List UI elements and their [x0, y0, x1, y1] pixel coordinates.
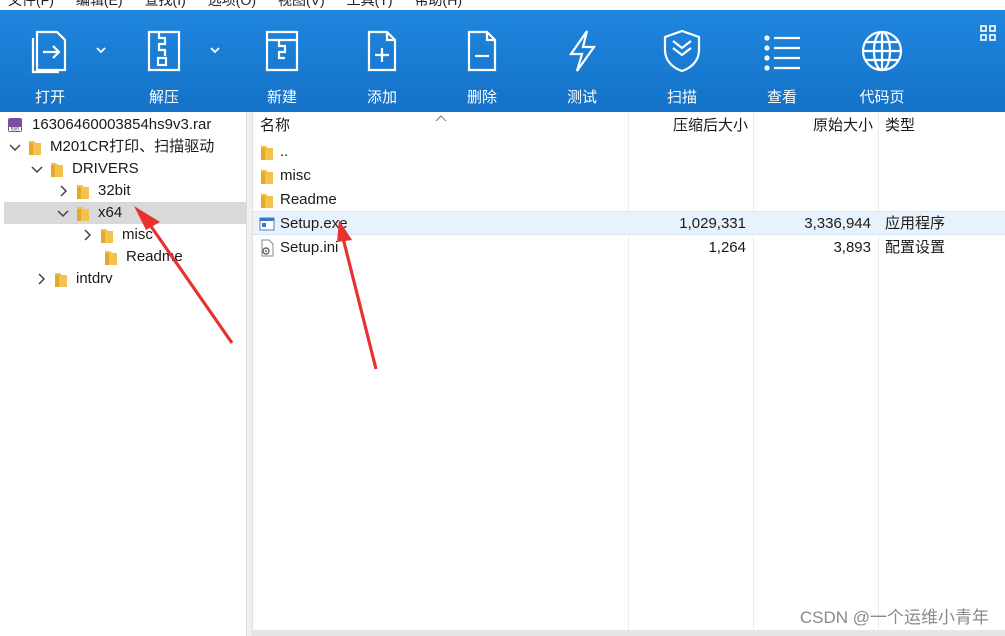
- list-row-readme[interactable]: Readme: [253, 188, 1005, 212]
- folder-icon: [261, 146, 273, 160]
- sort-ascending-icon: [435, 115, 447, 122]
- tree-node-intdrv[interactable]: intdrv: [34, 268, 113, 290]
- original-size: 3,893: [833, 239, 871, 256]
- column-header-type[interactable]: 类型: [885, 112, 915, 138]
- lightning-icon: [568, 30, 597, 72]
- add-button[interactable]: 添加: [332, 10, 432, 112]
- horizontal-scrollbar[interactable]: [253, 630, 1005, 636]
- file-name: Setup.exe: [280, 215, 348, 232]
- open-icon: [31, 30, 67, 74]
- chevron-down-icon[interactable]: [30, 162, 44, 176]
- zip-icon: [147, 30, 181, 72]
- toolbar: 打开 解压 新建 添加 删除 测试 扫描 查看 代码页: [0, 10, 1005, 112]
- menu-file[interactable]: 文件(F): [8, 0, 54, 10]
- globe-icon: [861, 30, 903, 72]
- chevron-right-icon[interactable]: [34, 272, 48, 286]
- test-button[interactable]: 测试: [532, 10, 632, 112]
- column-header-name[interactable]: 名称: [260, 112, 290, 138]
- new-button[interactable]: 新建: [232, 10, 332, 112]
- svg-text:RAR: RAR: [11, 127, 19, 132]
- list-row-setup-ini[interactable]: Setup.ini 1,264 3,893 配置设置: [253, 236, 1005, 260]
- delete-button[interactable]: 删除: [432, 10, 532, 112]
- codepage-label: 代码页: [859, 89, 905, 106]
- menu-view[interactable]: 视图(V): [278, 0, 325, 10]
- view-label: 查看: [766, 89, 797, 106]
- file-name: ..: [280, 143, 289, 160]
- folder-icon: [101, 229, 113, 243]
- chevron-right-icon[interactable]: [80, 228, 94, 242]
- folder-icon: [29, 141, 41, 155]
- list-row-setup-exe[interactable]: Setup.exe 1,029,331 3,336,944 应用程序: [253, 211, 1005, 235]
- scan-button[interactable]: 扫描: [632, 10, 732, 112]
- delete-file-icon: [467, 30, 497, 72]
- packed-size: 1,029,331: [679, 215, 746, 232]
- file-type: 配置设置: [885, 239, 946, 256]
- menu-bar: 文件(F) 编辑(E) 查找(I) 选项(O) 视图(V) 工具(T) 帮助(H…: [0, 0, 1005, 10]
- tree-node-32bit[interactable]: 32bit: [56, 180, 131, 202]
- tree-node-drivers[interactable]: DRIVERS: [30, 158, 139, 180]
- chevron-down-icon[interactable]: [208, 44, 222, 56]
- tree-node-m201cr[interactable]: M201CR打印、扫描驱动: [8, 136, 214, 158]
- watermark: CSDN @一个运维小青年: [799, 608, 989, 627]
- tree-node-archive[interactable]: RAR 16306460003854hs9v3.rar: [6, 114, 211, 136]
- test-label: 测试: [566, 89, 597, 106]
- open-label: 打开: [34, 89, 65, 106]
- list-row-parent[interactable]: ..: [253, 140, 1005, 164]
- file-name: Readme: [280, 191, 337, 208]
- scan-label: 扫描: [666, 89, 697, 106]
- column-header-packed-size[interactable]: 压缩后大小: [673, 112, 748, 138]
- folder-icon: [51, 163, 63, 177]
- tree-node-readme[interactable]: Readme: [100, 246, 183, 268]
- list-header: 名称 压缩后大小 原始大小 类型: [253, 112, 1005, 138]
- folder-tree: RAR 16306460003854hs9v3.rar M201CR打印、扫描驱…: [0, 112, 250, 636]
- original-size: 3,336,944: [804, 215, 871, 232]
- codepage-button[interactable]: 代码页: [832, 10, 932, 112]
- column-header-original-size[interactable]: 原始大小: [813, 112, 873, 138]
- chevron-right-icon[interactable]: [56, 184, 70, 198]
- packed-size: 1,264: [708, 239, 746, 256]
- folder-icon: [77, 207, 89, 221]
- folder-icon: [105, 251, 117, 265]
- menu-help[interactable]: 帮助(H): [415, 0, 462, 10]
- file-name: misc: [280, 167, 311, 184]
- tree-node-misc[interactable]: misc: [80, 224, 153, 246]
- new-label: 新建: [266, 89, 297, 106]
- file-name: Setup.ini: [280, 239, 339, 256]
- menu-options[interactable]: 选项(O): [208, 0, 256, 10]
- extract-label: 解压: [148, 89, 179, 106]
- chevron-down-icon[interactable]: [56, 206, 70, 220]
- folder-icon: [55, 273, 67, 287]
- exe-file-icon: [259, 217, 275, 231]
- menu-edit[interactable]: 编辑(E): [76, 0, 123, 10]
- rar-archive-icon: RAR: [8, 118, 22, 132]
- extract-button[interactable]: 解压: [114, 10, 220, 112]
- grid-view-icon[interactable]: [979, 24, 997, 42]
- folder-icon: [77, 185, 89, 199]
- menu-tools[interactable]: 工具(T): [347, 0, 393, 10]
- chevron-down-icon[interactable]: [94, 44, 108, 56]
- folder-icon: [261, 170, 273, 184]
- add-file-icon: [367, 30, 397, 72]
- chevron-down-icon[interactable]: [8, 140, 22, 154]
- add-label: 添加: [366, 89, 397, 106]
- view-button[interactable]: 查看: [732, 10, 832, 112]
- shield-icon: [663, 29, 701, 73]
- archive-icon: [265, 30, 299, 72]
- list-icon: [764, 35, 800, 71]
- list-row-misc[interactable]: misc: [253, 164, 1005, 188]
- menu-find[interactable]: 查找(I): [145, 0, 186, 10]
- open-button[interactable]: 打开: [0, 10, 106, 112]
- file-list: 名称 压缩后大小 原始大小 类型 .. misc Readme Setup.ex…: [253, 112, 1005, 636]
- tree-node-x64[interactable]: x64: [4, 202, 250, 224]
- file-type: 应用程序: [885, 215, 946, 232]
- delete-label: 删除: [466, 89, 497, 106]
- folder-icon: [261, 194, 273, 208]
- settings-file-icon: [261, 239, 274, 257]
